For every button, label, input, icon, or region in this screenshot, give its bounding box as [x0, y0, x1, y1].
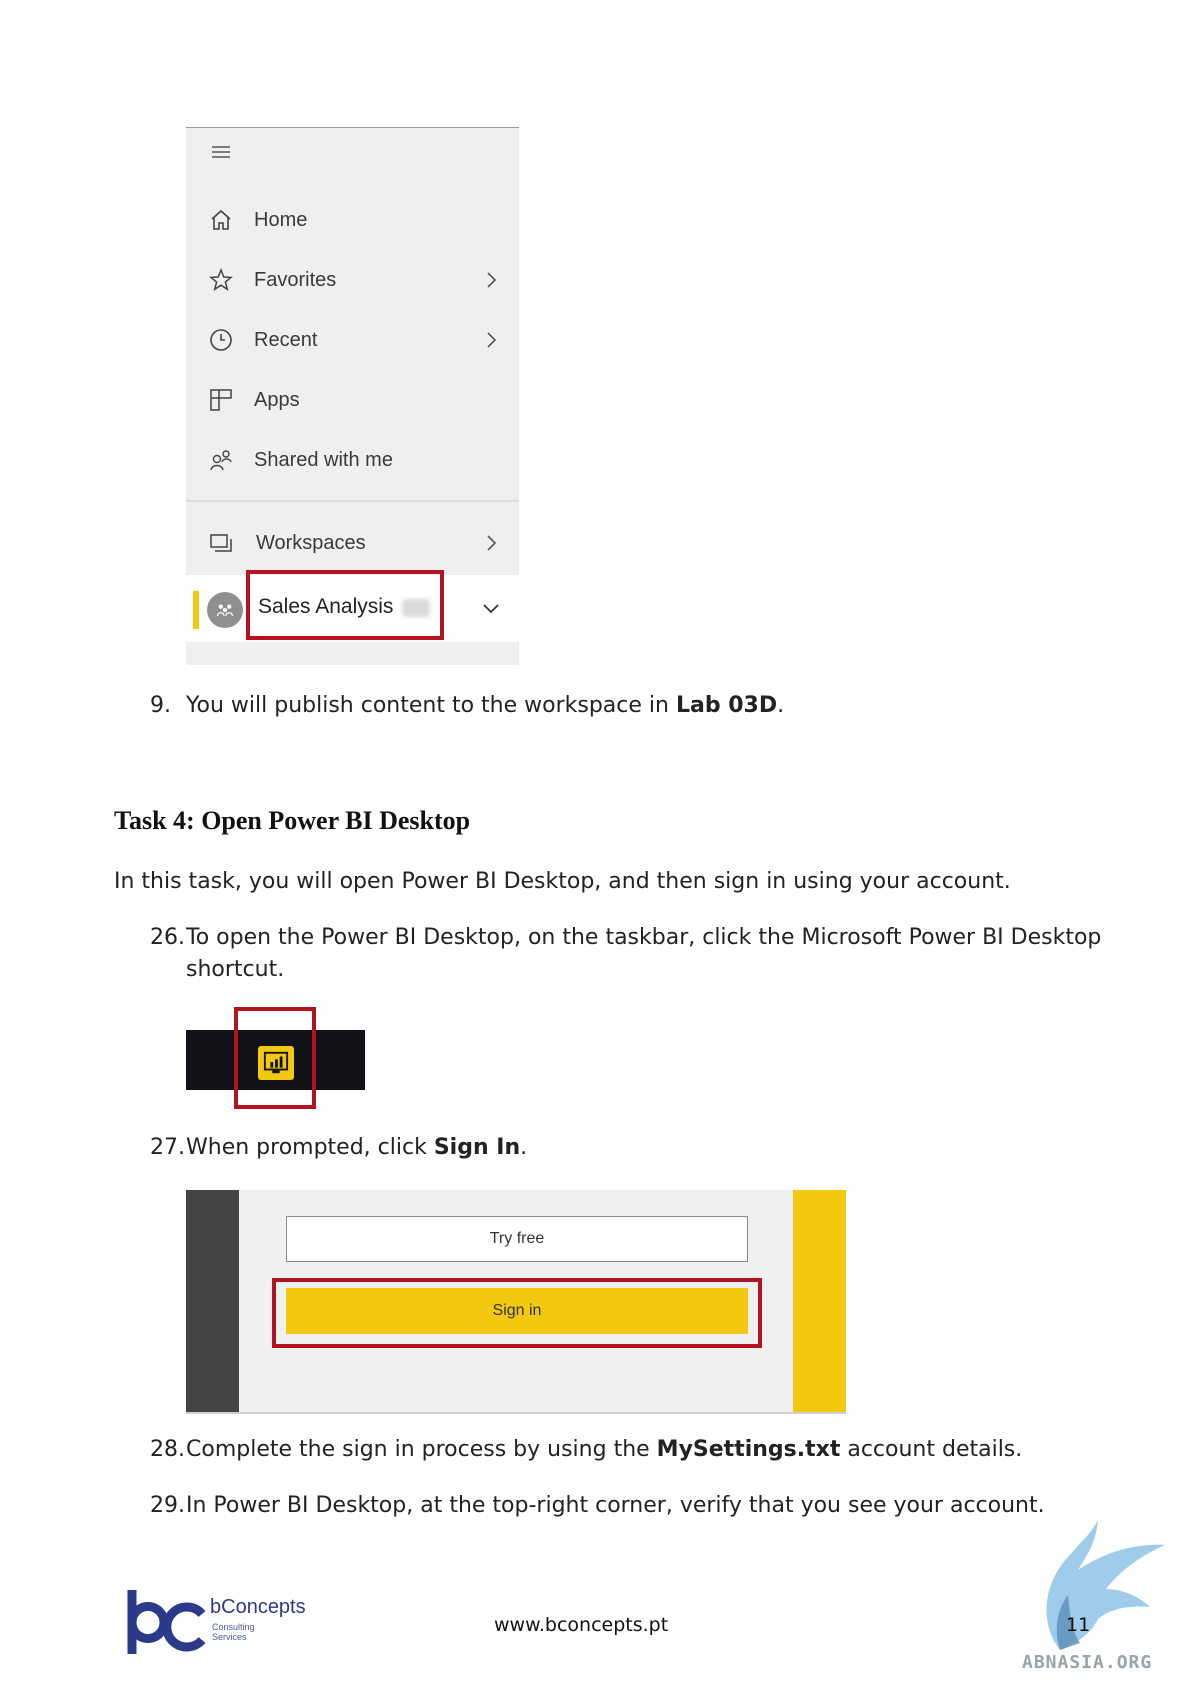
step-text: You will publish content to the workspac…: [186, 693, 676, 718]
step-text: .: [777, 693, 785, 718]
step-26-line1: To open the Power BI Desktop, on the tas…: [186, 925, 1102, 950]
step-number: 28.: [150, 1437, 185, 1462]
step-27-text: When prompted, click Sign In.: [186, 1132, 527, 1164]
nav-item-shared[interactable]: Shared with me: [186, 438, 519, 482]
hamburger-row[interactable]: [186, 130, 519, 174]
bconcepts-logo: [127, 1590, 206, 1654]
page-number: 11: [1066, 1614, 1091, 1636]
step-28-text: Complete the sign in process by using th…: [186, 1434, 1022, 1466]
step-bold: Sign In: [433, 1135, 521, 1160]
company-tagline: Consulting Services: [212, 1622, 255, 1642]
watermark-bird-icon: [1046, 1520, 1165, 1650]
task-heading: Task 4: Open Power BI Desktop: [114, 806, 471, 835]
nav-item-favorites[interactable]: Favorites: [186, 258, 519, 302]
nav-item-recent[interactable]: Recent: [186, 318, 519, 362]
step-9-text: You will publish content to the workspac…: [186, 690, 784, 722]
footer-url[interactable]: www.bconcepts.pt: [494, 1614, 668, 1636]
step-text: When prompted, click: [186, 1135, 434, 1160]
home-icon: [208, 207, 234, 233]
chevron-right-icon[interactable]: [480, 532, 502, 554]
nav-item-label: Recent: [254, 328, 318, 351]
step-text: account details.: [840, 1437, 1023, 1462]
company-name: bConcepts: [210, 1596, 306, 1618]
chevron-right-icon[interactable]: [480, 329, 502, 351]
highlight-box: [234, 1007, 316, 1109]
workspace-avatar: [207, 592, 243, 628]
nav-item-workspaces[interactable]: Workspaces: [186, 521, 519, 565]
step-26-line2: shortcut.: [186, 957, 285, 982]
tagline-line: Services: [212, 1632, 247, 1642]
step-text: Complete the sign in process by using th…: [186, 1437, 657, 1462]
highlight-box: [246, 570, 444, 640]
nav-divider: [186, 500, 519, 502]
step-number: 9.: [150, 693, 171, 718]
nav-item-label: Favorites: [254, 268, 337, 291]
step-29-text: In Power BI Desktop, at the top-right co…: [186, 1493, 1045, 1518]
step-bold: MySettings.txt: [656, 1437, 841, 1462]
nav-item-label: Home: [254, 208, 308, 231]
apps-icon: [208, 387, 234, 413]
workspaces-icon: [208, 530, 234, 556]
task-intro: In this task, you will open Power BI Des…: [114, 869, 1011, 894]
shared-icon: [208, 447, 234, 473]
nav-item-label: Apps: [254, 388, 300, 411]
dark-side-panel: [186, 1190, 239, 1412]
highlight-box: [272, 1278, 762, 1348]
chevron-right-icon[interactable]: [480, 269, 502, 291]
watermark-text: ABNASIA.ORG: [1022, 1652, 1153, 1673]
clock-icon: [208, 327, 234, 353]
tagline-line: Consulting: [212, 1622, 255, 1632]
nav-item-apps[interactable]: Apps: [186, 378, 519, 422]
chevron-down-icon[interactable]: [480, 597, 502, 619]
step-bold: Lab 03D: [675, 693, 778, 718]
hamburger-icon[interactable]: [208, 139, 234, 165]
star-icon: [208, 267, 234, 293]
nav-item-home[interactable]: Home: [186, 198, 519, 242]
yellow-side-panel: [793, 1190, 846, 1412]
nav-item-label: Workspaces: [256, 531, 366, 554]
step-number: 29.: [150, 1493, 185, 1518]
step-number: 26.: [150, 925, 185, 950]
step-text: .: [520, 1135, 528, 1160]
active-indicator: [193, 591, 199, 629]
step-number: 27.: [150, 1135, 185, 1160]
nav-item-label: Shared with me: [254, 448, 393, 471]
try-free-button[interactable]: Try free: [286, 1216, 748, 1262]
